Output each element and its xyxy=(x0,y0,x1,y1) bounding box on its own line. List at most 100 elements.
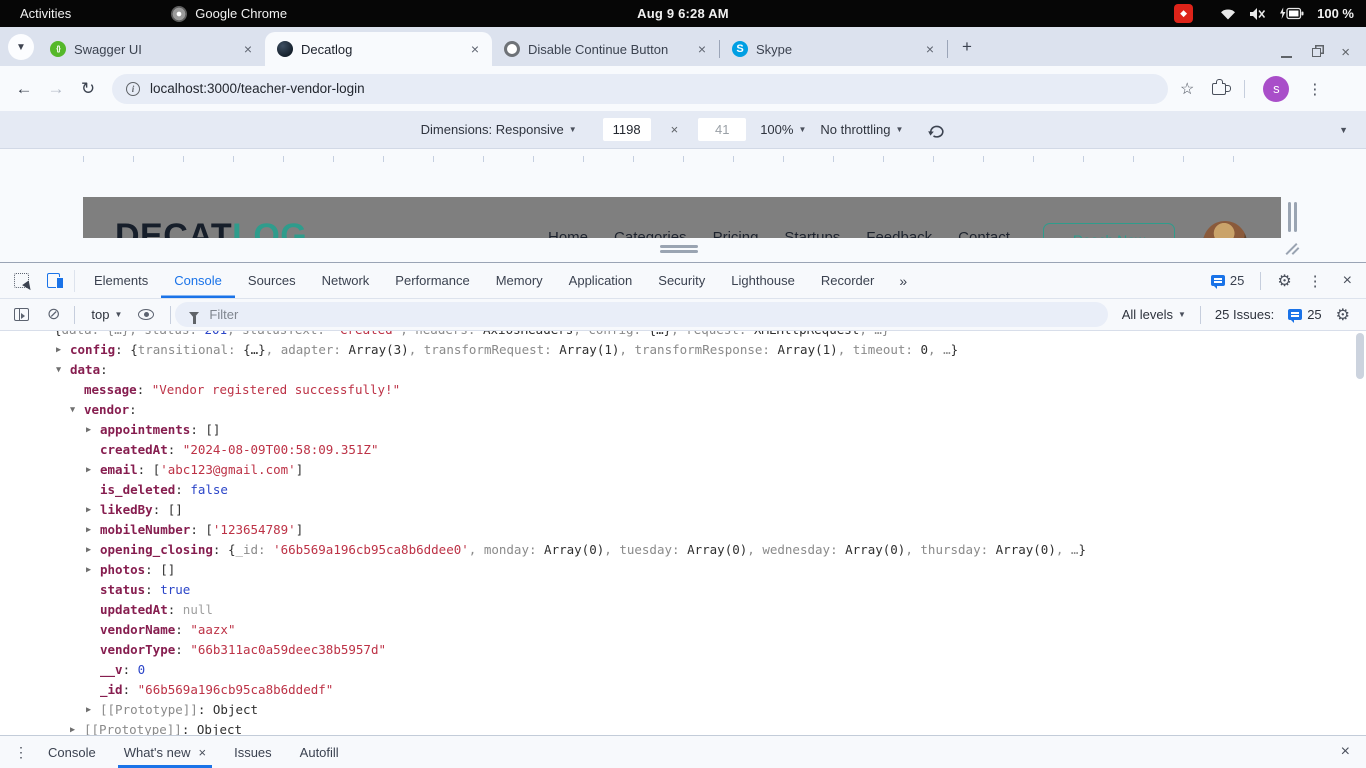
devtools-tab-application[interactable]: Application xyxy=(556,263,646,298)
back-button[interactable]: ← xyxy=(8,73,40,105)
site-nav-pricing[interactable]: Pricing xyxy=(713,229,759,238)
url-text[interactable]: localhost:3000/teacher-vendor-login xyxy=(150,81,365,96)
devtools-tab-performance[interactable]: Performance xyxy=(382,263,482,298)
tab-close-icon[interactable]: × xyxy=(241,41,255,57)
site-nav-categories[interactable]: Categories xyxy=(614,229,687,238)
console-messages-badge[interactable]: 25 xyxy=(1211,273,1244,288)
expand-toggle-icon[interactable]: ▶ xyxy=(86,700,100,720)
clear-console-icon[interactable]: ⊘ xyxy=(47,307,60,323)
devtools-settings-icon[interactable]: ⚙ xyxy=(1277,271,1291,291)
viewport-resize-handle-corner[interactable] xyxy=(1282,240,1302,258)
expand-toggle-icon[interactable]: ▶ xyxy=(86,420,100,440)
inspect-element-icon[interactable] xyxy=(14,273,29,288)
more-panels-icon[interactable]: » xyxy=(887,273,919,289)
throttling-dropdown[interactable]: No throttling▼ xyxy=(820,122,903,137)
site-logo[interactable]: DECATLOG xyxy=(115,217,307,238)
console-token: {…} xyxy=(243,340,266,360)
viewport-height-input[interactable] xyxy=(698,118,746,141)
site-info-icon[interactable]: i xyxy=(126,82,140,96)
viewport-width-input[interactable] xyxy=(603,118,651,141)
devtools-close-icon[interactable]: × xyxy=(1343,272,1352,290)
viewport-resize-handle-bottom[interactable] xyxy=(660,245,698,253)
devtools-tab-elements[interactable]: Elements xyxy=(81,263,161,298)
device-toolbar: Dimensions: Responsive▼ × 100%▼ No throt… xyxy=(0,111,1366,149)
devtools-tab-sources[interactable]: Sources xyxy=(235,263,309,298)
battery-charging-icon[interactable] xyxy=(1279,7,1304,20)
devtools-tab-console[interactable]: Console xyxy=(161,263,235,298)
console-sidebar-icon[interactable] xyxy=(14,308,29,321)
expand-toggle-icon[interactable]: ▼ xyxy=(70,400,84,420)
site-nav-contact[interactable]: Contact xyxy=(958,229,1010,238)
activities-button[interactable]: Activities xyxy=(14,6,77,21)
expand-toggle-icon[interactable]: ▶ xyxy=(86,500,100,520)
browser-tab-decatlog[interactable]: Decatlog× xyxy=(265,32,492,66)
expand-toggle-icon[interactable]: ▶ xyxy=(86,460,100,480)
zoom-dropdown[interactable]: 100%▼ xyxy=(760,122,806,137)
issues-label[interactable]: 25 Issues: xyxy=(1215,307,1274,322)
issues-badge[interactable]: 25 xyxy=(1288,307,1321,322)
forward-button[interactable]: → xyxy=(40,73,72,105)
page-viewport[interactable]: DECATLOG Home Categories Pricing Startups Fe… xyxy=(83,197,1281,238)
console-settings-icon[interactable]: ⚙ xyxy=(1336,305,1350,325)
tab-close-icon[interactable]: × xyxy=(695,41,709,57)
clock[interactable]: Aug 9 6:28 AM xyxy=(637,6,729,21)
bookmark-star-icon[interactable]: ☆ xyxy=(1180,79,1194,99)
browser-tab-swagger-ui[interactable]: {}Swagger UI× xyxy=(38,32,265,66)
device-toolbar-toggle-icon[interactable] xyxy=(47,273,60,288)
drawer-tab-what-s-new[interactable]: What's new× xyxy=(118,736,212,768)
device-toolbar-more-icon[interactable]: ▼ xyxy=(1339,125,1348,135)
extensions-icon[interactable] xyxy=(1212,83,1226,95)
devtools-menu-icon[interactable]: ⋮ xyxy=(1308,272,1327,290)
devtools-tab-recorder[interactable]: Recorder xyxy=(808,263,887,298)
console-output[interactable]: {data: {…}, status: 201, statusText: 'Cr… xyxy=(0,331,1366,735)
console-filter-input[interactable]: Filter xyxy=(175,302,1107,327)
tab-close-icon[interactable]: × xyxy=(468,41,482,57)
rotate-viewport-icon[interactable] xyxy=(927,122,945,138)
expand-toggle-icon[interactable]: ▶ xyxy=(86,560,100,580)
console-scrollbar[interactable] xyxy=(1356,333,1364,379)
console-line: _id: "66b569a196cb95ca8b6ddedf" xyxy=(0,680,1366,700)
profile-avatar[interactable]: s xyxy=(1263,76,1289,102)
screen-record-indicator-icon[interactable]: ◆ xyxy=(1174,4,1193,23)
drawer-tab-autofill[interactable]: Autofill xyxy=(294,736,345,768)
viewport-resize-handle-right[interactable] xyxy=(1288,202,1297,232)
site-cta-button[interactable]: Reach Now xyxy=(1043,223,1175,238)
browser-menu-icon[interactable]: ⋮ xyxy=(1307,80,1326,98)
focused-app-menu[interactable]: Google Chrome xyxy=(195,6,287,21)
reload-button[interactable]: ↻ xyxy=(72,73,104,105)
expand-toggle-icon[interactable]: ▶ xyxy=(56,340,70,360)
expand-toggle-icon[interactable]: ▶ xyxy=(86,520,100,540)
site-nav-home[interactable]: Home xyxy=(548,229,588,238)
window-close-button[interactable]: × xyxy=(1341,45,1350,60)
drawer-tab-issues[interactable]: Issues xyxy=(228,736,278,768)
devtools-tab-security[interactable]: Security xyxy=(645,263,718,298)
drawer-close-icon[interactable]: × xyxy=(1341,743,1366,761)
javascript-context-dropdown[interactable]: top▼ xyxy=(75,307,138,322)
tab-search-button[interactable]: ▼ xyxy=(8,34,34,60)
tab-close-icon[interactable]: × xyxy=(923,41,937,57)
site-nav-feedback[interactable]: Feedback xyxy=(866,229,932,238)
minimize-button[interactable] xyxy=(1281,56,1292,58)
console-token: , timeout: xyxy=(838,340,921,360)
volume-muted-icon[interactable] xyxy=(1249,7,1266,21)
expand-toggle-icon[interactable]: ▶ xyxy=(86,540,100,560)
site-user-avatar[interactable] xyxy=(1203,221,1247,238)
expand-toggle-icon[interactable]: ▼ xyxy=(56,360,70,380)
expand-toggle-icon[interactable]: ▶ xyxy=(70,720,84,735)
dimensions-dropdown[interactable]: Dimensions: Responsive▼ xyxy=(421,122,577,137)
devtools-tab-lighthouse[interactable]: Lighthouse xyxy=(718,263,808,298)
drawer-tab-close-icon[interactable]: × xyxy=(199,745,207,760)
browser-tab-disable-continue-button[interactable]: Disable Continue Button× xyxy=(492,32,719,66)
new-tab-button[interactable]: + xyxy=(954,34,980,60)
devtools-tab-memory[interactable]: Memory xyxy=(483,263,556,298)
site-nav-startups[interactable]: Startups xyxy=(784,229,840,238)
wifi-icon[interactable] xyxy=(1220,8,1236,20)
live-expression-icon[interactable] xyxy=(138,309,154,320)
drawer-tab-console[interactable]: Console xyxy=(42,736,102,768)
log-levels-dropdown[interactable]: All levels▼ xyxy=(1122,307,1186,322)
restore-button[interactable] xyxy=(1312,48,1321,57)
address-bar[interactable]: i localhost:3000/teacher-vendor-login xyxy=(112,74,1168,104)
browser-tab-skype[interactable]: SSkype× xyxy=(720,32,947,66)
drawer-menu-icon[interactable]: ⋮ xyxy=(0,744,42,761)
devtools-tab-network[interactable]: Network xyxy=(309,263,383,298)
